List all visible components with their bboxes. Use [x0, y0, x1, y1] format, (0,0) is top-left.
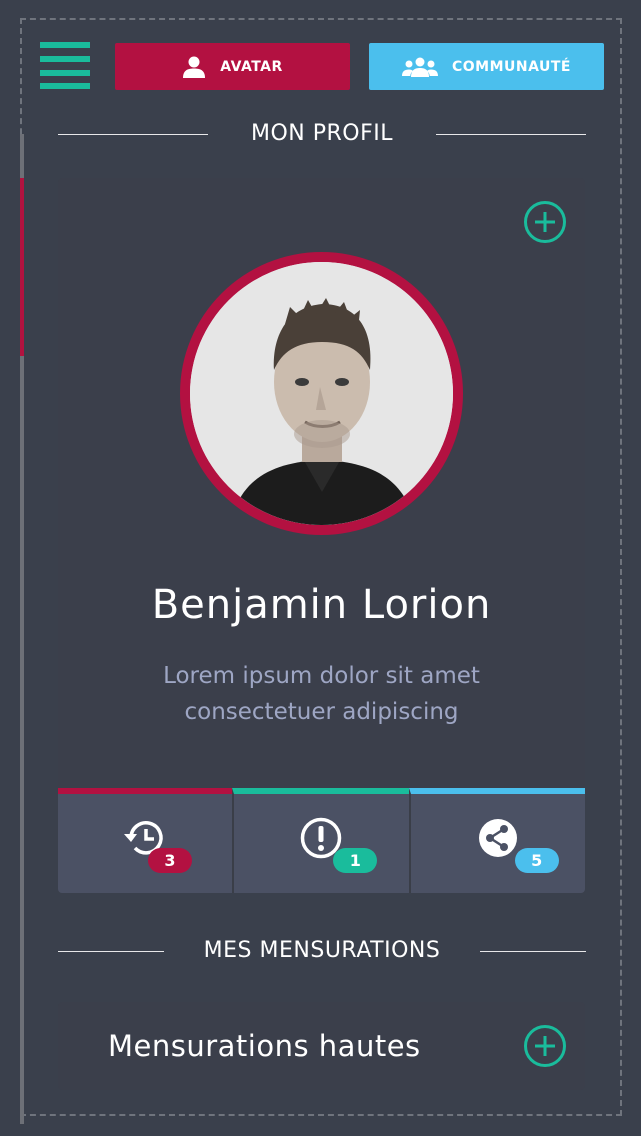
avatar	[180, 252, 463, 535]
user-icon	[183, 56, 206, 78]
scrollbar-thumb[interactable]	[20, 178, 24, 356]
top-bar: AVATAR COMMUNAUTÉ	[40, 42, 604, 90]
menu-icon[interactable]	[40, 42, 90, 90]
bio-line-2: consectetuer adipiscing	[184, 699, 459, 725]
stat-alerts[interactable]: 1	[232, 788, 409, 893]
measurements-item[interactable]: Mensurations hautes	[58, 1002, 585, 1090]
portrait-image	[190, 262, 453, 525]
community-button-label: COMMUNAUTÉ	[451, 58, 571, 75]
add-icon[interactable]	[524, 201, 566, 243]
profile-name: Benjamin Lorion	[151, 582, 492, 628]
profile-card: Benjamin Lorion Lorem ipsum dolor sit am…	[58, 178, 585, 893]
add-measurement-icon[interactable]	[524, 1025, 566, 1067]
stats-bar: 3 1 5	[58, 788, 585, 893]
group-icon	[401, 57, 438, 77]
avatar-button-label: AVATAR	[220, 58, 283, 75]
stat-shares[interactable]: 5	[408, 788, 585, 893]
profile-section-title: MON PROFIL	[58, 120, 586, 148]
history-count-badge: 3	[148, 848, 192, 873]
community-button[interactable]: COMMUNAUTÉ	[369, 43, 604, 90]
bio-line-1: Lorem ipsum dolor sit amet	[163, 663, 480, 689]
measurements-section-title: MES MENSURATIONS	[58, 937, 586, 965]
alerts-count-badge: 1	[333, 848, 378, 873]
shares-count-badge: 5	[514, 848, 559, 873]
avatar-button[interactable]: AVATAR	[115, 43, 350, 90]
profile-bio: Lorem ipsum dolor sit amet consectetuer …	[118, 658, 525, 730]
profile-photo	[190, 262, 453, 525]
share-icon	[478, 819, 517, 857]
measurements-item-label: Mensurations hautes	[108, 1029, 421, 1063]
stat-history[interactable]: 3	[58, 788, 233, 893]
